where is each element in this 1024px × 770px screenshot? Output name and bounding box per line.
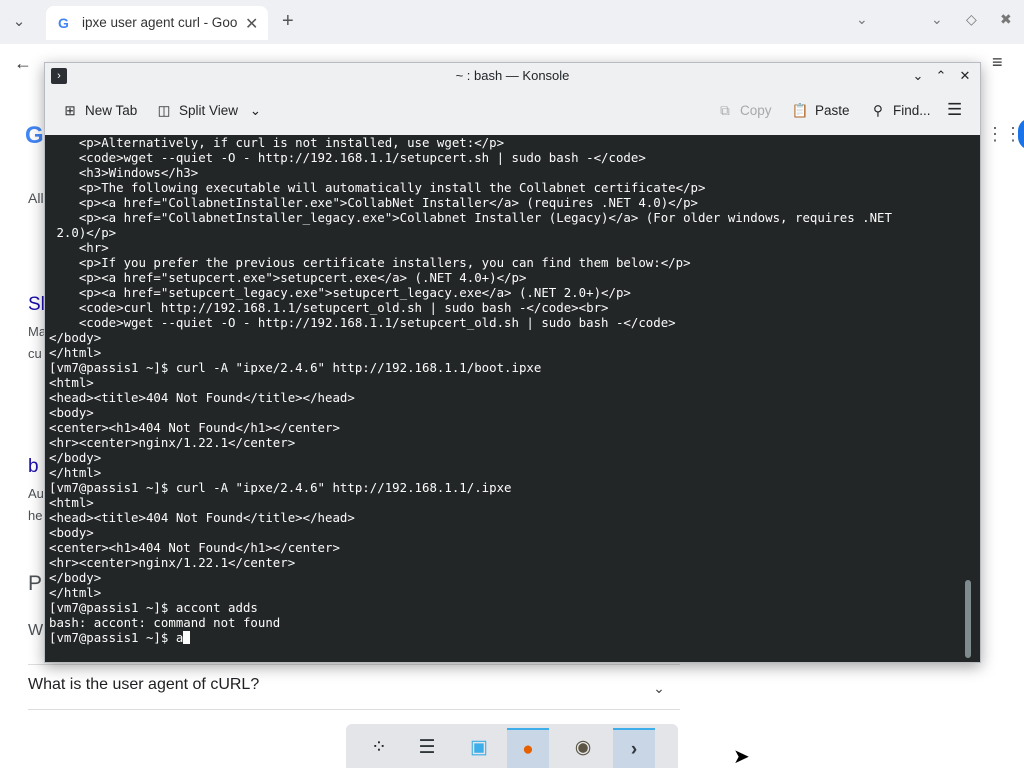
new-tab-button[interactable]: + [282,10,294,33]
minimize-icon[interactable]: ⌄ [909,67,927,85]
konsole-icon[interactable]: › [613,728,655,768]
window-title: ~ : bash — Konsole [455,68,570,83]
paste-button[interactable]: 📋 Paste [791,103,850,119]
split-view-button[interactable]: ◫ Split View ⌄ [155,103,262,119]
faq-question[interactable]: W [28,622,43,640]
terminal-output: <p>Alternatively, if curl is not install… [49,135,892,645]
tab-list-icon[interactable]: ⌄ [9,12,29,32]
terminal-text: <p>Alternatively, if curl is not install… [49,135,892,645]
paste-icon: 📋 [791,103,809,118]
split-view-icon: ◫ [157,103,171,118]
new-tab-icon: ⊞ [64,103,76,118]
browser-menu-button[interactable]: ≡ [992,52,1003,73]
app-launcher-icon[interactable]: ⁘ [358,728,400,768]
find-button[interactable]: ⚲ Find... [869,103,930,119]
konsole-toolbar: ⊞ New Tab ◫ Split View ⌄ ⧉ Copy 📋 Paste ⚲ Fin… [45,89,980,135]
result-snippet: Au [28,486,44,501]
konsole-window: › ~ : bash — Konsole ⌄ ⌃ ✕ ⊞ New Tab ◫ Spl… [44,62,981,663]
back-button[interactable]: ← [14,53,32,74]
hamburger-menu-icon[interactable]: ☰ [947,100,962,120]
tab-all[interactable]: All [28,190,44,206]
tab-title: ipxe user agent curl - Goo [82,15,238,30]
chevron-down-icon[interactable]: ⌄ [856,11,868,28]
result-link[interactable]: b [28,456,39,478]
search-icon: ⚲ [873,103,883,118]
maximize-icon[interactable]: ⌃ [932,67,950,85]
text-cursor [183,631,191,644]
section-heading: P [28,572,43,595]
gimp-icon[interactable]: ◉ [562,728,604,768]
result-link[interactable]: Sl [28,294,45,316]
browser-tab-bar: ⌄ G ipxe user agent curl - Goo ✕ + ⌄ ⌄ ◇… [0,0,1024,44]
window-titlebar[interactable]: › ~ : bash — Konsole ⌄ ⌃ ✕ [45,63,980,89]
maximize-icon[interactable]: ◇ [966,11,977,28]
new-tab-button[interactable]: ⊞ New Tab [61,103,137,119]
minimize-icon[interactable]: ⌄ [931,11,943,28]
google-favicon-icon: G [58,15,69,31]
discover-store-icon[interactable]: ▣ [458,728,500,768]
faq-item[interactable]: What is the user agent of cURL? ⌄ [28,664,680,710]
close-tab-icon[interactable]: ✕ [245,14,258,34]
chevron-down-icon: ⌄ [249,103,262,118]
close-icon[interactable]: ✕ [956,67,974,85]
taskbar: ⁘ ☰ ▣ ● ◉ › [346,724,678,768]
browser-tab[interactable]: G ipxe user agent curl - Goo ✕ [46,6,268,40]
chevron-down-icon[interactable]: ⌄ [646,675,672,701]
system-settings-icon[interactable]: ☰ [406,728,448,768]
apps-grid-icon[interactable]: ⋮⋮ [986,124,1022,145]
copy-icon: ⧉ [720,103,730,118]
firefox-icon[interactable]: ● [507,728,549,768]
scrollbar[interactable] [965,580,971,658]
mouse-pointer-icon: ➤ [733,746,750,768]
faq-question: What is the user agent of cURL? [28,676,260,693]
copy-button[interactable]: ⧉ Copy [716,103,771,119]
terminal-area[interactable]: <p>Alternatively, if curl is not install… [45,135,980,662]
close-window-icon[interactable]: ✖ [1000,11,1012,28]
result-snippet: cu [28,346,42,361]
google-logo[interactable]: G [25,122,44,150]
result-snippet: he [28,508,43,523]
